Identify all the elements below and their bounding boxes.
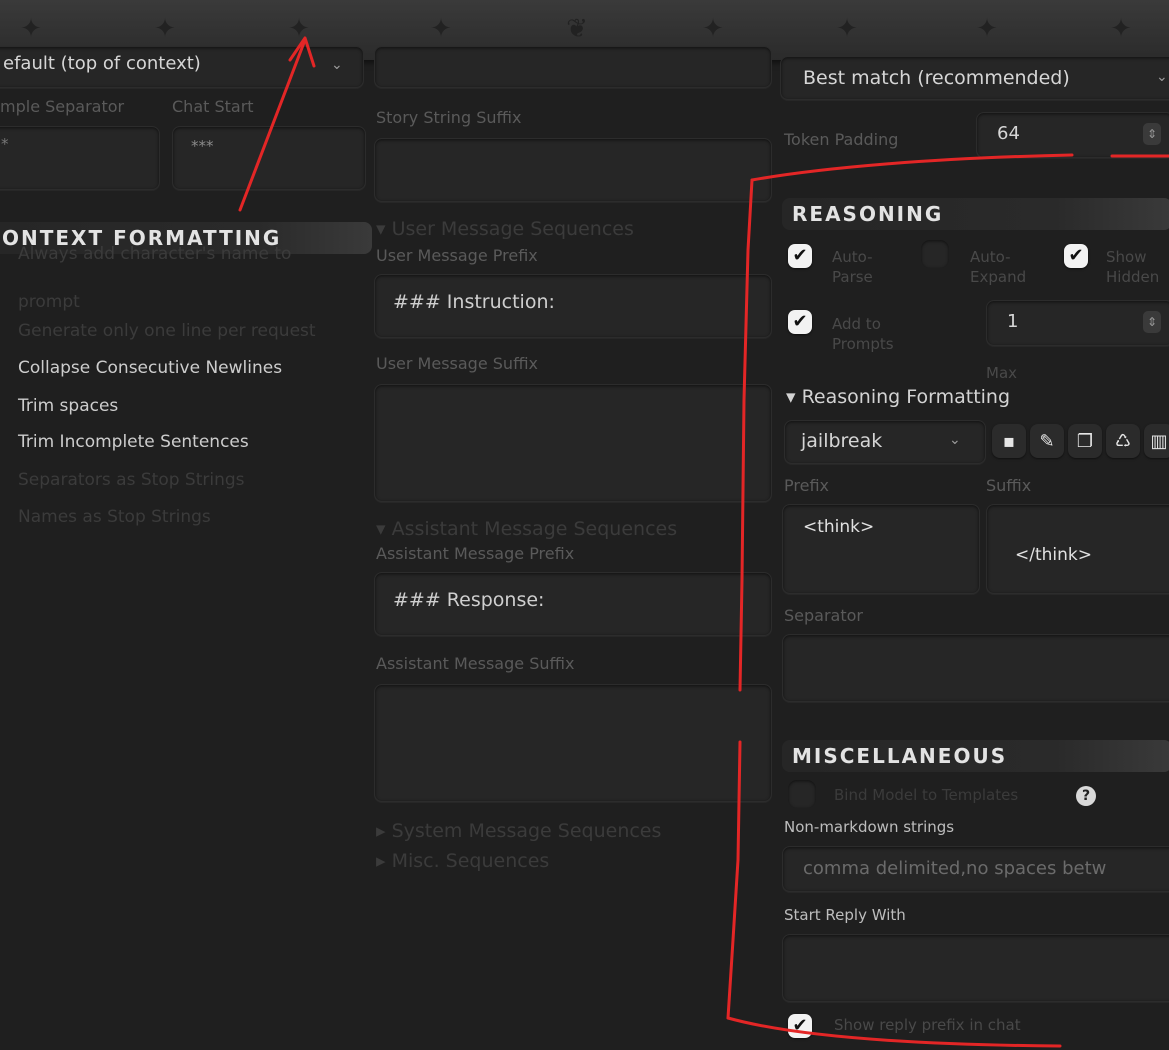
annotation-outline-left-lower — [726, 740, 742, 1020]
red-annotation-overlay — [238, 36, 1169, 1048]
annotation-outline-left-upper — [738, 178, 754, 692]
annotation-outline-bottom — [726, 1016, 1062, 1048]
annotation-arrow-shaft — [238, 38, 307, 212]
annotation-outline-top — [750, 153, 1074, 182]
